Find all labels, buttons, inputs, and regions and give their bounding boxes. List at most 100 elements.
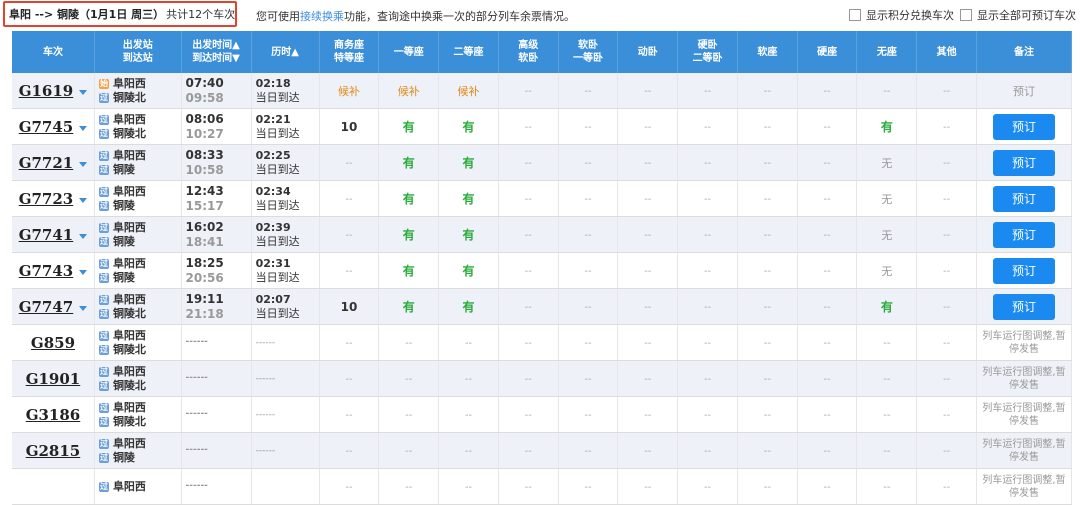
seat-cell: -- — [558, 432, 619, 469]
arrival-station: 过铜陵 — [98, 271, 181, 285]
seat-availability: 有 — [402, 120, 415, 134]
stations-cell: 过阜阳西过铜陵北 — [94, 396, 182, 433]
pass-station-icon: 过 — [98, 402, 109, 413]
departure-station-name: 阜阳西 — [112, 76, 146, 90]
all-bookable-checkbox[interactable] — [960, 9, 972, 21]
seat-availability: -- — [943, 482, 951, 493]
seat-cell[interactable]: 有 — [438, 180, 499, 217]
seat-cell[interactable]: 候补 — [438, 73, 499, 109]
times-cell: 08:06 10:27 — [181, 108, 252, 145]
arrival-station: 过铜陵北 — [98, 307, 181, 321]
seat-cell: -- — [617, 216, 679, 253]
seat-cell[interactable]: 10 — [319, 108, 380, 145]
seat-cell: -- — [378, 396, 440, 433]
book-button[interactable]: 预订 — [993, 113, 1055, 140]
seat-cell[interactable]: 有 — [378, 108, 440, 145]
seat-cell: -- — [916, 432, 978, 469]
pass-station-icon: 过 — [98, 200, 109, 211]
seat-cell: -- — [319, 432, 380, 469]
table-row: G2815 过阜阳西过铜陵 ------ ------ -- -- -- -- -- -- -- --… — [12, 432, 1072, 469]
seat-cell: -- — [558, 360, 619, 397]
chevron-down-icon[interactable] — [79, 162, 88, 167]
seat-cell[interactable]: 有 — [856, 288, 918, 325]
seat-availability: -- — [763, 374, 771, 385]
seat-cell[interactable]: 候补 — [378, 73, 440, 109]
arrival-time: 15:17 — [185, 198, 224, 213]
arrival-station-name: 铜陵 — [112, 450, 135, 464]
arrival-station-name: 铜陵北 — [112, 126, 146, 140]
train-number-link[interactable]: G7747 — [19, 298, 74, 316]
book-button[interactable]: 预订 — [993, 185, 1055, 212]
seat-cell[interactable]: 有 — [856, 108, 918, 145]
seat-availability: 10 — [340, 299, 358, 314]
column-header[interactable]: 历时▲ — [251, 31, 320, 73]
seat-availability: -- — [883, 482, 891, 493]
chevron-down-icon[interactable] — [79, 126, 88, 131]
train-number-link[interactable]: G7721 — [19, 154, 74, 172]
seat-cell[interactable]: 有 — [438, 252, 499, 289]
train-number-link[interactable]: G2815 — [26, 442, 81, 460]
seat-cell: -- — [378, 468, 440, 505]
train-number-link[interactable]: G859 — [31, 334, 75, 352]
seat-cell: -- — [856, 468, 918, 505]
seat-cell: -- — [856, 73, 918, 109]
chevron-down-icon[interactable] — [79, 234, 88, 239]
book-button[interactable]: 预订 — [993, 221, 1055, 248]
seat-cell[interactable]: 有 — [378, 216, 440, 253]
train-number-link[interactable]: G7745 — [19, 118, 74, 136]
stations-cell: 过阜阳西过铜陵 — [94, 432, 182, 469]
train-number-link[interactable]: G1901 — [26, 370, 81, 388]
seat-cell: -- — [319, 468, 380, 505]
train-number-link[interactable]: G7741 — [19, 226, 74, 244]
train-number-link[interactable]: G3186 — [26, 406, 81, 424]
seat-cell: -- — [916, 468, 978, 505]
column-header[interactable]: 出发时间▲ 到达时间▼ — [181, 31, 252, 73]
seat-availability: -- — [703, 374, 712, 385]
seat-cell: -- — [797, 468, 858, 505]
seat-cell[interactable]: 有 — [378, 144, 440, 181]
seat-cell: -- — [617, 468, 679, 505]
seat-cell: -- — [378, 324, 440, 361]
arrival-time: 18:41 — [185, 234, 224, 249]
seat-availability: -- — [405, 338, 413, 349]
column-header: 二等座 — [438, 31, 499, 73]
seat-cell[interactable]: 有 — [378, 288, 440, 325]
book-button[interactable]: 预订 — [993, 293, 1055, 320]
seat-cell[interactable]: 有 — [378, 180, 440, 217]
departure-time: 19:11 — [185, 291, 224, 306]
chevron-down-icon[interactable] — [79, 90, 88, 95]
seat-cell[interactable]: 有 — [438, 144, 499, 181]
transfer-link[interactable]: 接续换乘 — [300, 10, 344, 23]
seat-cell: -- — [498, 432, 559, 469]
points-exchange-checkbox[interactable] — [849, 9, 861, 21]
train-number-link[interactable]: G7743 — [19, 262, 74, 280]
arrival-station: 过铜陵北 — [98, 126, 181, 141]
table-row: G1901 过阜阳西过铜陵北 ------ ------ -- -- -- -- -- -- -- -… — [12, 360, 1072, 397]
chevron-down-icon[interactable] — [79, 306, 88, 311]
seat-availability: -- — [405, 446, 413, 457]
train-number-link[interactable]: G1619 — [19, 82, 74, 100]
seat-cell[interactable]: 候补 — [319, 73, 380, 109]
departure-time: 08:06 — [185, 111, 224, 126]
seat-availability: -- — [823, 338, 831, 349]
seat-availability: -- — [584, 194, 592, 205]
arrival-station-name: 铜陵 — [112, 162, 135, 176]
seat-cell[interactable]: 有 — [438, 108, 499, 145]
arrival-station-name: 铜陵北 — [112, 90, 146, 104]
train-number-link[interactable]: G7723 — [19, 190, 74, 208]
seat-cell[interactable]: 10 — [319, 288, 380, 325]
seat-availability: 10 — [340, 119, 358, 134]
route-title: 阜阳 --> 铜陵（1月1日 周三） — [9, 8, 165, 21]
times-cell: 12:43 15:17 — [181, 180, 252, 217]
chevron-down-icon[interactable] — [79, 198, 88, 203]
chevron-down-icon[interactable] — [79, 270, 88, 275]
stations-cell: 过阜阳西 — [94, 468, 182, 505]
seat-cell: -- — [916, 360, 978, 397]
times-cell: 18:25 20:56 — [181, 252, 252, 289]
book-button[interactable]: 预订 — [993, 149, 1055, 176]
seat-cell[interactable]: 有 — [438, 288, 499, 325]
book-button[interactable]: 预订 — [993, 257, 1055, 284]
seat-cell[interactable]: 有 — [438, 216, 499, 253]
seat-availability: -- — [524, 86, 532, 97]
seat-cell[interactable]: 有 — [378, 252, 440, 289]
